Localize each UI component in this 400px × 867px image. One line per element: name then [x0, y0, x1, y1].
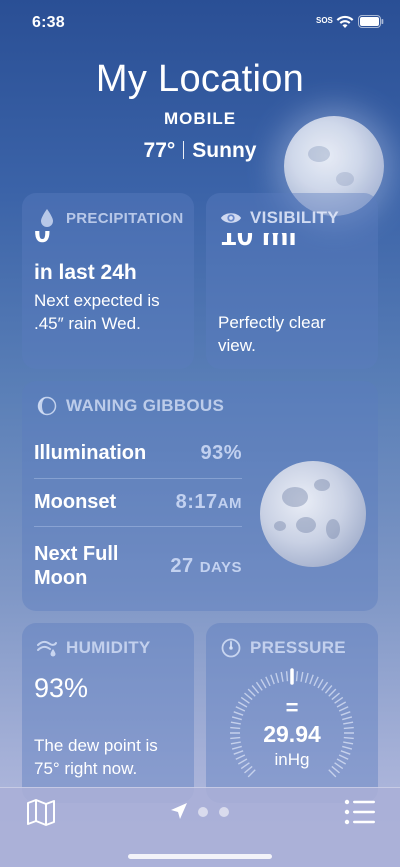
humidity-value: 93%: [34, 673, 89, 703]
sos-indicator: SOS: [316, 16, 333, 25]
moon-row-value: 93%: [200, 442, 242, 464]
visibility-value: 10 mi: [220, 233, 297, 247]
current-condition: Sunny: [192, 139, 257, 162]
raindrop-icon: [36, 207, 58, 229]
page-indicator-dot[interactable]: [219, 807, 229, 817]
moon-row-label: Illumination: [34, 442, 147, 464]
gauge-tick: [247, 688, 256, 697]
gauge-tick: [313, 676, 319, 687]
divider: [183, 141, 185, 159]
pressure-header: PRESSURE: [220, 637, 346, 659]
moon-row-label: Next Full Moon: [34, 543, 119, 589]
gauge-tick: [270, 674, 275, 685]
gauge-tick: [328, 688, 337, 697]
moon-phase-card[interactable]: WANING GIBBOUS Illumination 93% Moonset …: [22, 381, 378, 611]
moon-row-value: 8:17AM: [175, 491, 242, 513]
humidity-card[interactable]: HUMIDITY 93% The dew point is 75° right …: [22, 623, 194, 803]
visibility-description: Perfectly clear view.: [218, 313, 326, 355]
gauge-tick: [247, 769, 256, 778]
gauge-tick: [280, 671, 284, 682]
gauge-icon: [220, 637, 242, 659]
gauge-tick: [255, 681, 263, 691]
moon-image: [260, 461, 366, 567]
gauge-tick: [304, 672, 309, 683]
gauge-tick: [300, 671, 304, 682]
page-indicator-dot[interactable]: [198, 807, 208, 817]
bottom-toolbar: [0, 787, 400, 867]
moon-row-label: Moonset: [34, 491, 117, 513]
eye-icon: [220, 207, 242, 229]
moon-phase-icon: [36, 395, 58, 417]
gauge-tick: [295, 671, 299, 682]
pressure-unit: inHg: [274, 750, 310, 769]
gauge-tick: [309, 674, 314, 685]
humidity-label: HUMIDITY: [66, 638, 151, 657]
list-icon[interactable]: [344, 799, 376, 825]
battery-icon: [358, 15, 384, 28]
moon-phase-label: WANING GIBBOUS: [66, 396, 225, 415]
moon-row-value: 27 DAYS: [170, 554, 242, 577]
humidity-header: HUMIDITY: [36, 637, 151, 659]
temperature-summary: 77° Sunny: [0, 139, 400, 163]
precipitation-card[interactable]: PRECIPITATION 0" in last 24h Next expect…: [22, 193, 194, 369]
home-indicator[interactable]: [128, 854, 272, 859]
visibility-card[interactable]: VISIBILITY 10 mi Perfectly clear view.: [206, 193, 378, 369]
gauge-tick: [231, 716, 242, 721]
wifi-icon: [336, 15, 354, 28]
moon-phase-header: WANING GIBBOUS: [36, 395, 224, 417]
location-title: My Location: [95, 58, 305, 100]
pressure-value: 29.94: [263, 721, 321, 747]
moon-details: Illumination 93% Moonset 8:17AM Next Ful…: [34, 429, 242, 605]
gauge-tick: [265, 676, 271, 687]
pressure-label: PRESSURE: [250, 638, 346, 657]
gauge-tick: [244, 692, 253, 701]
moon-row-next-full-moon: Next Full Moon 27 DAYS: [34, 527, 242, 605]
precipitation-period: in last 24h: [34, 261, 137, 284]
gauge-tick: [251, 685, 260, 694]
status-time: 6:38: [32, 14, 65, 31]
gauge-tick: [331, 692, 340, 701]
precipitation-label: PRECIPITATION: [66, 209, 184, 227]
moon-row-moonset: Moonset 8:17AM: [34, 479, 242, 527]
gauge-tick: [342, 716, 353, 721]
gauge-tick: [321, 681, 329, 691]
precipitation-header: PRECIPITATION: [36, 207, 184, 229]
visibility-label: VISIBILITY: [250, 208, 339, 227]
precipitation-description: Next expected is .45″ rain Wed.: [34, 291, 160, 333]
humidity-description: The dew point is 75° right now.: [34, 736, 158, 778]
gauge-tick: [285, 671, 289, 682]
precipitation-value: 0": [34, 231, 65, 247]
gauge-tick: [317, 678, 324, 689]
gauge-tick: [324, 685, 333, 694]
pressure-trend-symbol: =: [285, 695, 299, 720]
visibility-header: VISIBILITY: [220, 207, 339, 229]
status-bar: 6:38 SOS: [0, 0, 400, 44]
map-icon[interactable]: [26, 798, 56, 826]
pressure-card[interactable]: PRESSURE = 29.94 inHg: [206, 623, 378, 803]
gauge-tick: [275, 672, 280, 683]
gauge-tick: [260, 678, 267, 689]
current-temperature: 77°: [143, 139, 176, 162]
humidity-icon: [36, 637, 58, 659]
location-subtitle: MOBILE: [163, 109, 237, 128]
location-arrow-icon[interactable]: [170, 802, 188, 820]
gauge-tick: [328, 769, 337, 778]
moon-row-illumination: Illumination 93%: [34, 429, 242, 479]
